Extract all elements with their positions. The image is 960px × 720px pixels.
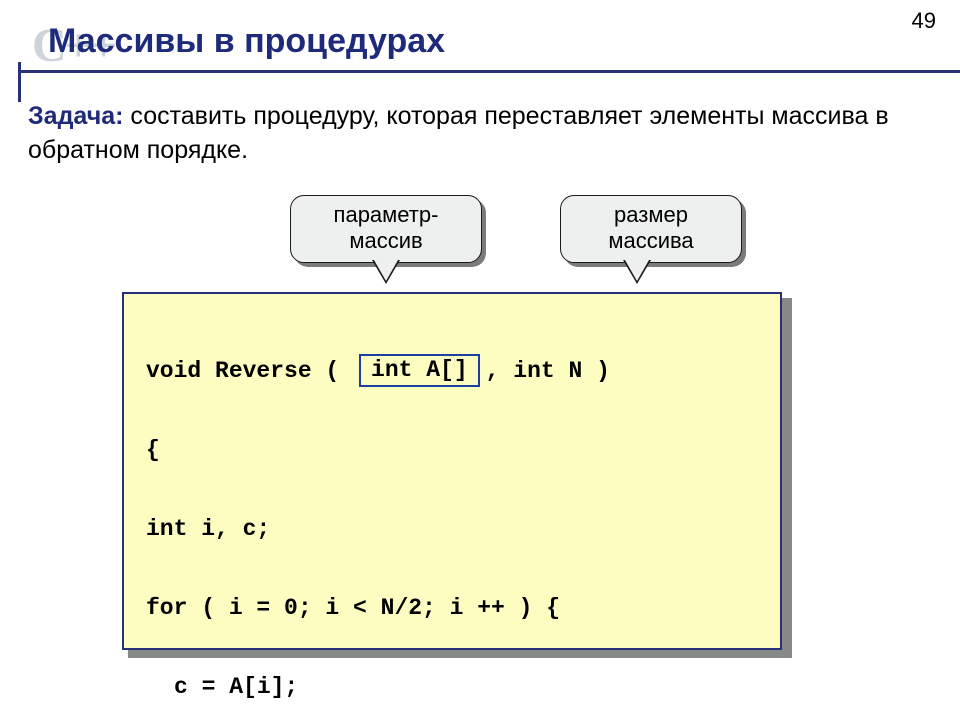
- callout-param-array-text: параметр-массив: [334, 202, 439, 253]
- slide-title: Массивы в процедурах: [48, 22, 445, 61]
- callout-tail: [623, 260, 651, 284]
- page-number: 49: [912, 8, 936, 34]
- code-block: void Reverse ( int A[], int N ) { int i,…: [122, 292, 782, 650]
- param-array-box: int A[]: [359, 354, 480, 388]
- callout-size: размер массива: [560, 195, 742, 263]
- code-line-2: {: [146, 431, 758, 471]
- code-sig-after: , int N ): [486, 358, 610, 384]
- code-sig-before: void Reverse (: [146, 358, 339, 384]
- slide: 49 C++ Массивы в процедурах Задача: сост…: [0, 0, 960, 720]
- code-line-3: int i, c;: [146, 510, 758, 550]
- code-line-5: c = A[i];: [146, 668, 758, 708]
- code-line-1: void Reverse ( int A[], int N ): [146, 352, 758, 392]
- title-rule: [18, 70, 960, 73]
- callout-tail: [372, 260, 400, 284]
- callout-param-array: параметр-массив: [290, 195, 482, 263]
- problem-label: Задача:: [28, 102, 123, 130]
- callout-size-text: размер массива: [608, 202, 693, 253]
- problem-body: составить процедуру, которая переставляе…: [28, 102, 889, 164]
- code-line-4: for ( i = 0; i < N/2; i ++ ) {: [146, 589, 758, 629]
- problem-text: Задача: составить процедуру, которая пер…: [28, 100, 932, 168]
